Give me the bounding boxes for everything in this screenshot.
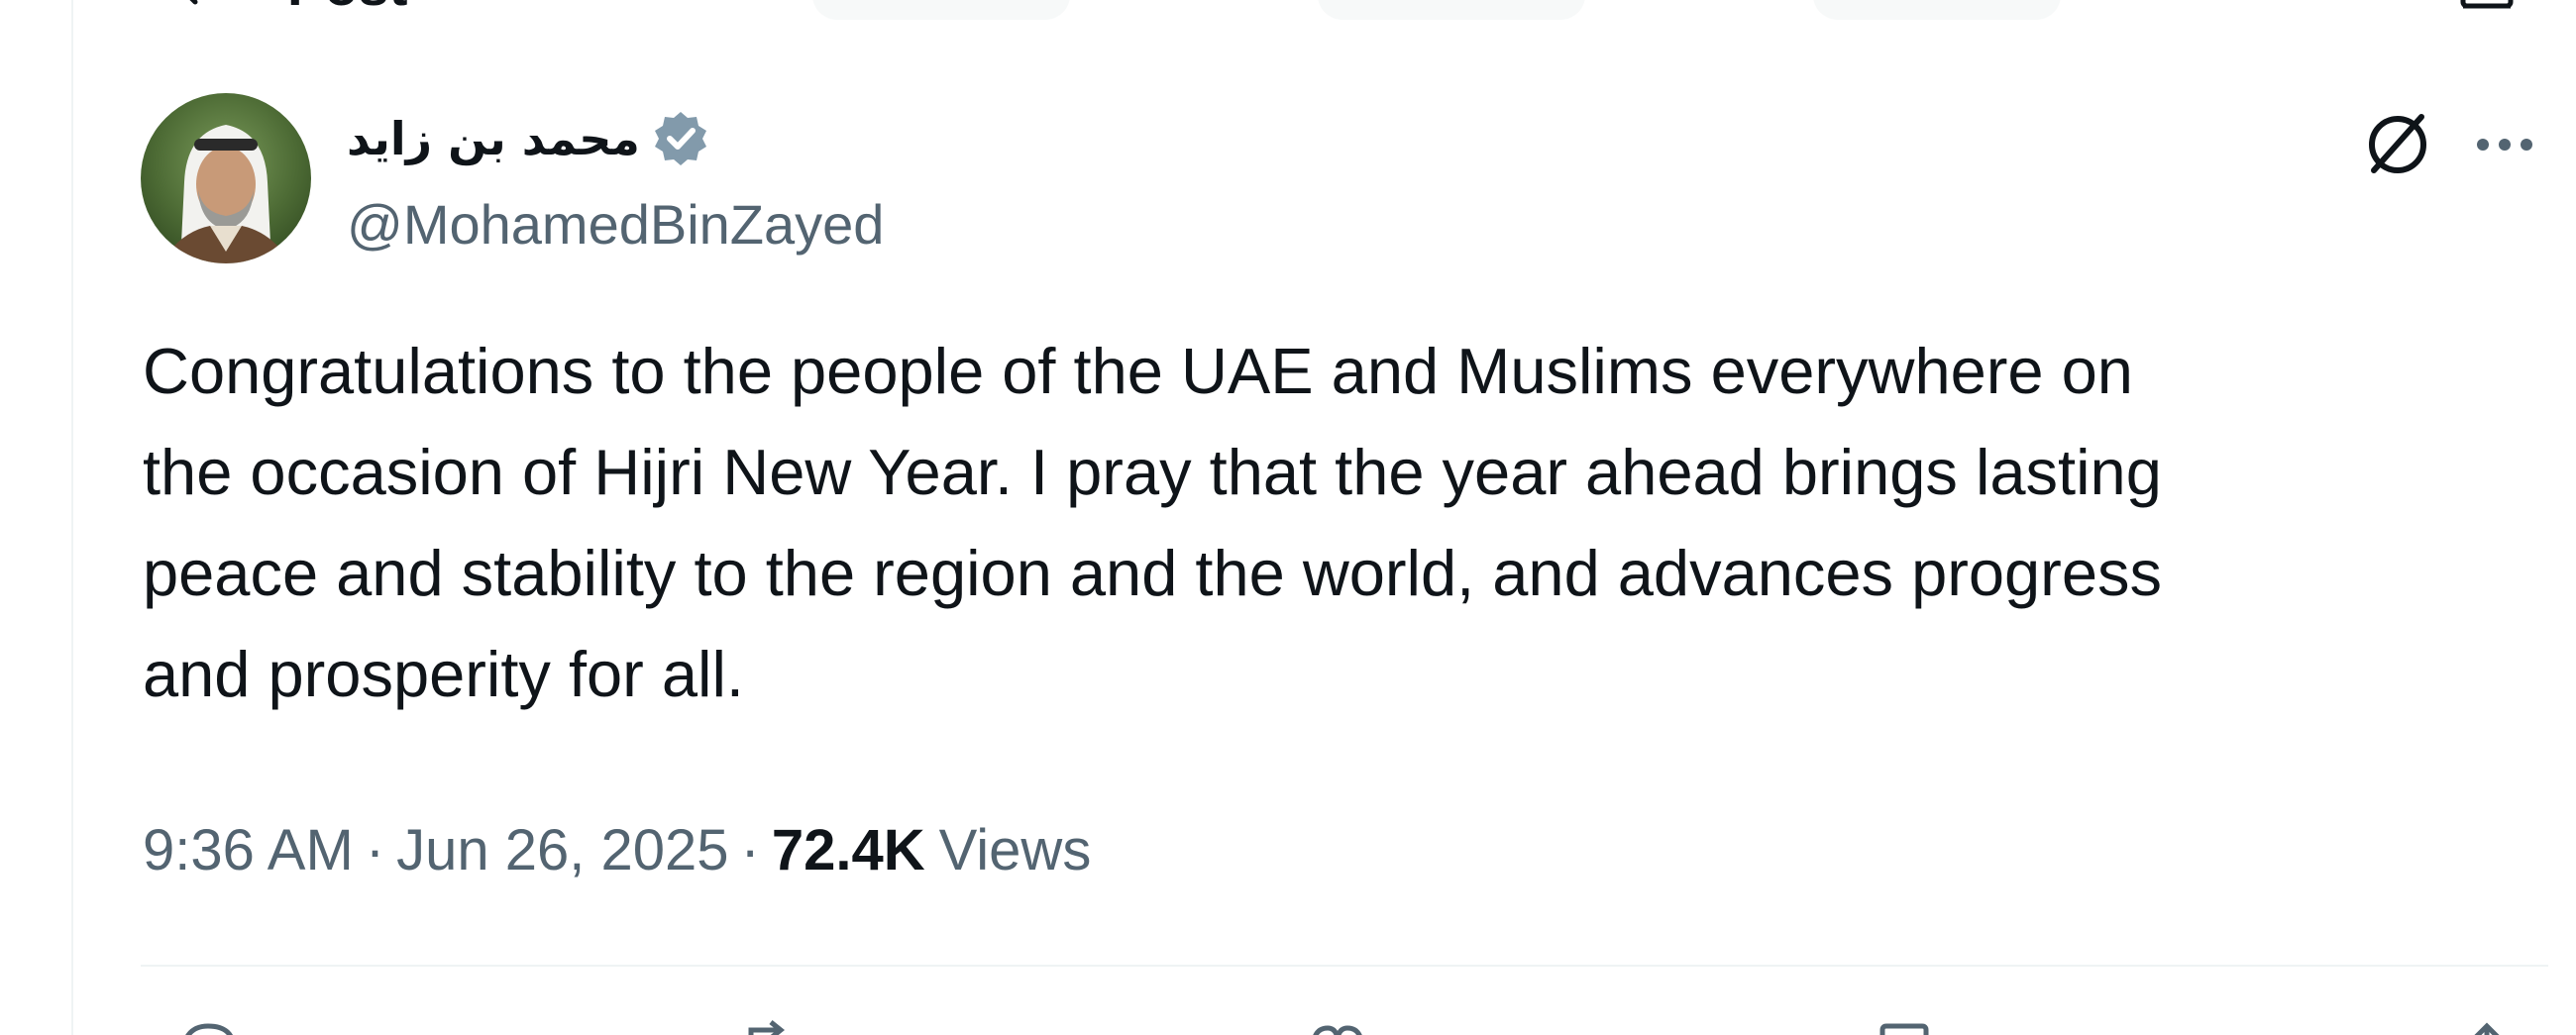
- author-handle[interactable]: @MohamedBinZayed: [347, 188, 884, 261]
- post-text: Congratulations to the people of the UAE…: [143, 335, 2162, 710]
- header-ghost-pill: [812, 0, 1070, 20]
- author-name-row: محمد بن زايد: [347, 103, 711, 174]
- views-label: Views: [938, 817, 1092, 882]
- reply-icon[interactable]: [176, 1020, 240, 1035]
- bookmark-icon[interactable]: [1873, 1020, 1936, 1035]
- back-arrow-icon[interactable]: [168, 0, 228, 16]
- avatar[interactable]: [141, 93, 311, 263]
- like-icon[interactable]: [1306, 1020, 1369, 1035]
- page-header: Post: [168, 0, 407, 16]
- post-detail-view: Post: [0, 0, 2576, 1035]
- page-title: Post: [287, 0, 407, 16]
- post-time[interactable]: 9:36 AM: [143, 817, 354, 883]
- share-icon[interactable]: [2455, 1020, 2519, 1035]
- header-ghost-pill: [1318, 0, 1585, 20]
- reader-mode-icon[interactable]: [2457, 0, 2517, 12]
- views-count: 72.4K: [771, 817, 925, 882]
- more-icon[interactable]: [2469, 109, 2540, 180]
- author-display-name[interactable]: محمد بن زايد: [347, 112, 640, 165]
- column-border: [71, 0, 73, 1035]
- header-ghost-pill: [1813, 0, 2061, 20]
- post-date[interactable]: Jun 26, 2025: [396, 817, 728, 883]
- verified-badge-icon[interactable]: [650, 108, 711, 169]
- meta-separator: ·: [365, 817, 385, 882]
- divider: [141, 965, 2548, 967]
- repost-icon[interactable]: [741, 1020, 805, 1035]
- meta-separator: ·: [740, 817, 760, 882]
- grok-icon[interactable]: [2360, 107, 2433, 180]
- post-meta: 9:36 AM · Jun 26, 2025 · 72.4K Views: [143, 810, 1091, 889]
